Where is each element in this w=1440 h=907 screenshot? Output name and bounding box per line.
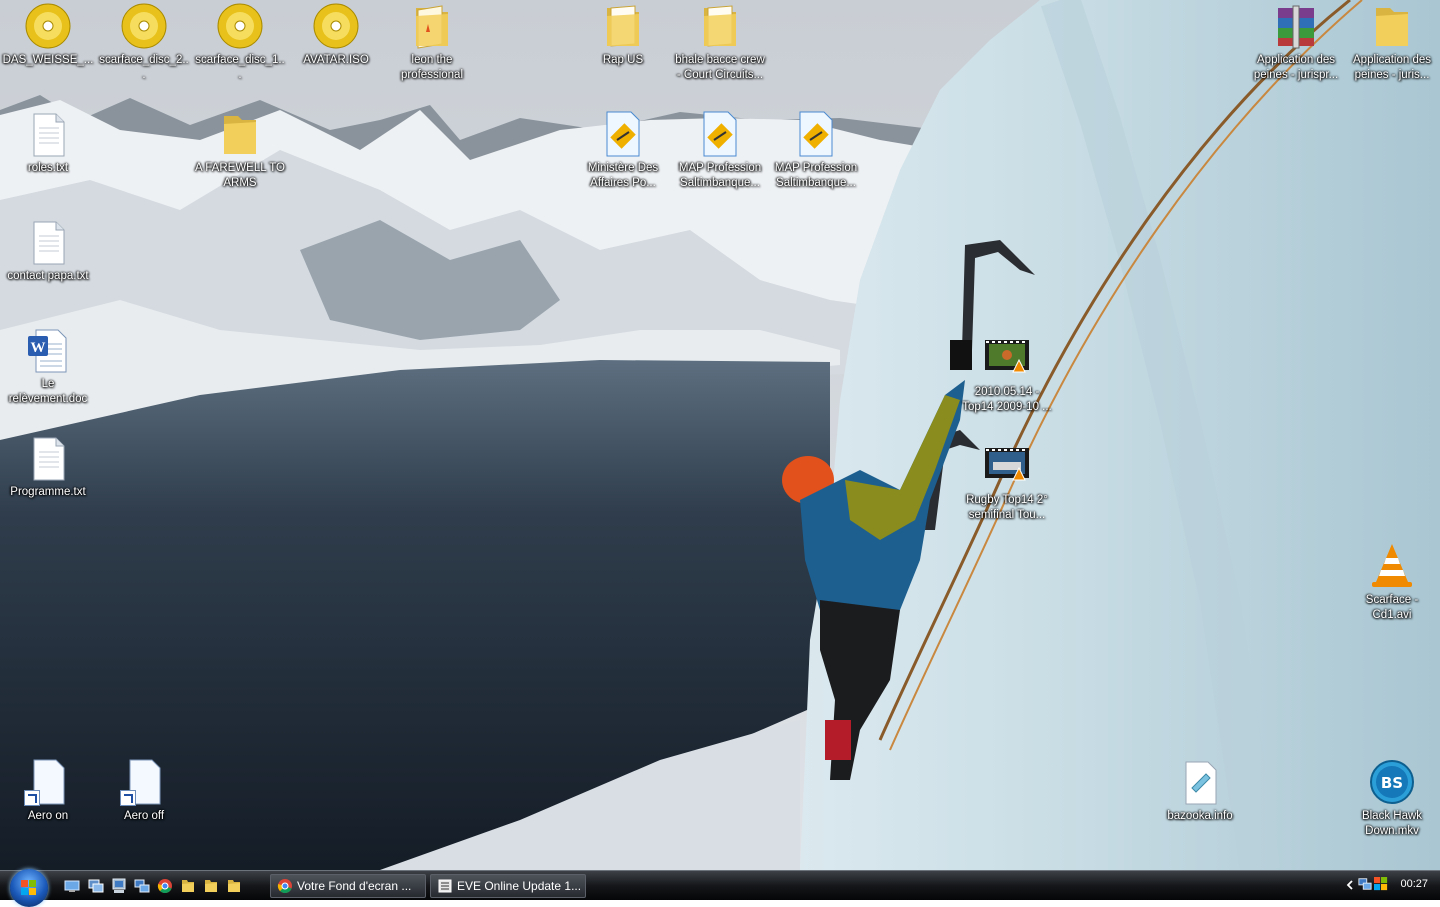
winrar-archive-icon	[1272, 2, 1320, 50]
desktop-icon-aero-on[interactable]: Aero on	[2, 758, 94, 824]
desktop-icon-le-relevement-doc[interactable]: W Le relèvement.doc	[2, 326, 94, 407]
icon-label: bazooka.info	[1167, 810, 1233, 822]
icon-label: AVATAR.ISO	[303, 54, 369, 66]
desktop[interactable]: DAS_WEISSE_... scarface_disc_2... scarfa…	[0, 0, 1440, 870]
desktop-icon-scarface-disc-1[interactable]: scarface_disc_1...	[194, 2, 286, 83]
desktop-icon-map-profession-2[interactable]: MAP Profession Saltimbanque...	[770, 110, 862, 191]
icon-label: Programme.txt	[10, 486, 86, 498]
taskbar-button-label: Votre Fond d'ecran ...	[297, 879, 412, 893]
desktop-icon-top14-video[interactable]: 2010.05.14 - Top14 2009-10 ...	[961, 334, 1053, 415]
svg-text:BS: BS	[1381, 774, 1403, 792]
icon-label: MAP Profession Saltimbanque...	[678, 162, 762, 189]
video-file-icon	[983, 442, 1031, 490]
computer-icon[interactable]	[111, 878, 127, 894]
icon-label: Black Hawk Down.mkv	[1361, 810, 1423, 837]
video-file-icon	[983, 334, 1031, 382]
system-tray: 00:27	[1340, 871, 1440, 900]
map-file-icon	[599, 110, 647, 158]
icon-label: Scarface - Cd1.avi	[1365, 594, 1419, 621]
desktop-icon-application-des-peines-rar[interactable]: Application des peines - jurispr...	[1250, 2, 1342, 83]
text-file-icon	[24, 110, 72, 158]
shortcut-arrow-icon	[120, 790, 136, 806]
icon-label: roles.txt	[27, 162, 69, 174]
chevron-left-icon[interactable]	[1344, 879, 1356, 891]
shortcut-file-icon	[24, 758, 72, 806]
icon-label: Aero off	[123, 810, 165, 822]
taskbar-button-label: EVE Online Update 1...	[457, 879, 582, 893]
svg-text:W: W	[31, 340, 46, 356]
desktop-icon-rap-us[interactable]: Rap US	[577, 2, 669, 68]
info-file-icon	[1176, 758, 1224, 806]
desktop-icon-map-profession-1[interactable]: MAP Profession Saltimbanque...	[674, 110, 766, 191]
desktop-icon-scarface-cd1-avi[interactable]: Scarface - Cd1.avi	[1346, 542, 1438, 623]
clock[interactable]: 00:27	[1400, 878, 1428, 890]
map-file-icon	[792, 110, 840, 158]
windows-security-icon[interactable]	[1374, 877, 1388, 891]
desktop-icon-bazooka-info[interactable]: bazooka.info	[1154, 758, 1246, 824]
desktop-icon-rugby-semifinal-video[interactable]: Rugby Top14 2° semifinal Tou...	[961, 442, 1053, 523]
word-document-icon: W	[24, 326, 72, 374]
shortcut-arrow-icon	[24, 790, 40, 806]
folder-icon	[1368, 2, 1416, 50]
icon-label: A FAREWELL TO ARMS	[195, 162, 285, 189]
icon-label: leon the professional	[400, 54, 463, 81]
switch-windows-icon[interactable]	[88, 878, 104, 894]
taskbar: Votre Fond d'ecran ... EVE Online Update…	[0, 869, 1440, 907]
desktop-icon-programme-txt[interactable]: Programme.txt	[2, 434, 94, 500]
folder-icon[interactable]	[180, 878, 196, 894]
network-icon[interactable]	[134, 878, 150, 894]
vlc-cone-icon	[1368, 542, 1416, 590]
desktop-icon-contact-papa-txt[interactable]: contact papa.txt	[2, 218, 94, 284]
icon-label: scarface_disc_2...	[99, 54, 189, 81]
start-button[interactable]	[10, 869, 48, 907]
desktop-icon-bhale-bacce-crew[interactable]: bhale bacce crew - Court Circuits...	[674, 2, 766, 83]
map-file-icon	[696, 110, 744, 158]
desktop-icon-aero-off[interactable]: Aero off	[98, 758, 190, 824]
folder-icon	[599, 2, 647, 50]
icon-label: Rugby Top14 2° semifinal Tou...	[966, 494, 1048, 521]
desktop-icon-roles-txt[interactable]: roles.txt	[2, 110, 94, 176]
icon-label: Aero on	[27, 810, 69, 822]
desktop-icon-scarface-disc-2[interactable]: scarface_disc_2...	[98, 2, 190, 83]
icon-label: Ministère Des Affaires Po...	[587, 162, 659, 189]
desktop-icon-das-weisse[interactable]: DAS_WEISSE_...	[2, 2, 94, 68]
desktop-icon-black-hawk-down-mkv[interactable]: BS Black Hawk Down.mkv	[1346, 758, 1438, 839]
desktop-icon-a-farewell-to-arms[interactable]: A FAREWELL TO ARMS	[194, 110, 286, 191]
folder-icon	[216, 110, 264, 158]
icon-label: scarface_disc_1...	[195, 54, 285, 81]
disc-icon	[312, 2, 360, 50]
folder-icon[interactable]	[226, 878, 242, 894]
icon-label: Le relèvement.doc	[8, 378, 88, 405]
icon-label: Application des peines - jurispr...	[1253, 54, 1339, 81]
desktop-icon-application-des-peines-folder[interactable]: Application des peines - juris...	[1346, 2, 1438, 83]
icon-label: DAS_WEISSE_...	[2, 54, 94, 66]
folder-icon	[696, 2, 744, 50]
icon-label: Application des peines - juris...	[1353, 54, 1431, 81]
network-status-icon[interactable]	[1358, 877, 1372, 891]
icon-label: bhale bacce crew - Court Circuits...	[675, 54, 765, 81]
chrome-icon[interactable]	[157, 878, 173, 894]
icon-label: 2010.05.14 - Top14 2009-10 ...	[962, 386, 1052, 413]
folder-icon	[408, 2, 456, 50]
text-file-icon	[24, 218, 72, 266]
text-file-icon	[24, 434, 72, 482]
window-icon	[438, 879, 452, 893]
show-desktop-icon[interactable]	[64, 878, 80, 894]
icon-label: MAP Profession Saltimbanque...	[774, 162, 858, 189]
desktop-icon-avatar-iso[interactable]: AVATAR.ISO	[290, 2, 382, 68]
disc-icon	[216, 2, 264, 50]
chrome-icon	[277, 879, 292, 894]
bsplayer-icon: BS	[1368, 758, 1416, 806]
windows-logo-icon	[21, 880, 36, 895]
desktop-icon-leon-the-professional[interactable]: leon the professional	[386, 2, 478, 83]
desktop-icon-ministere-des-affaires[interactable]: Ministère Des Affaires Po...	[577, 110, 669, 191]
disc-icon	[120, 2, 168, 50]
icon-label: contact papa.txt	[7, 270, 89, 282]
folder-icon[interactable]	[203, 878, 219, 894]
disc-icon	[24, 2, 72, 50]
taskbar-button-chrome[interactable]: Votre Fond d'ecran ...	[270, 874, 426, 898]
taskbar-button-eve-online[interactable]: EVE Online Update 1...	[430, 874, 586, 898]
icon-label: Rap US	[602, 54, 644, 66]
shortcut-file-icon	[120, 758, 168, 806]
